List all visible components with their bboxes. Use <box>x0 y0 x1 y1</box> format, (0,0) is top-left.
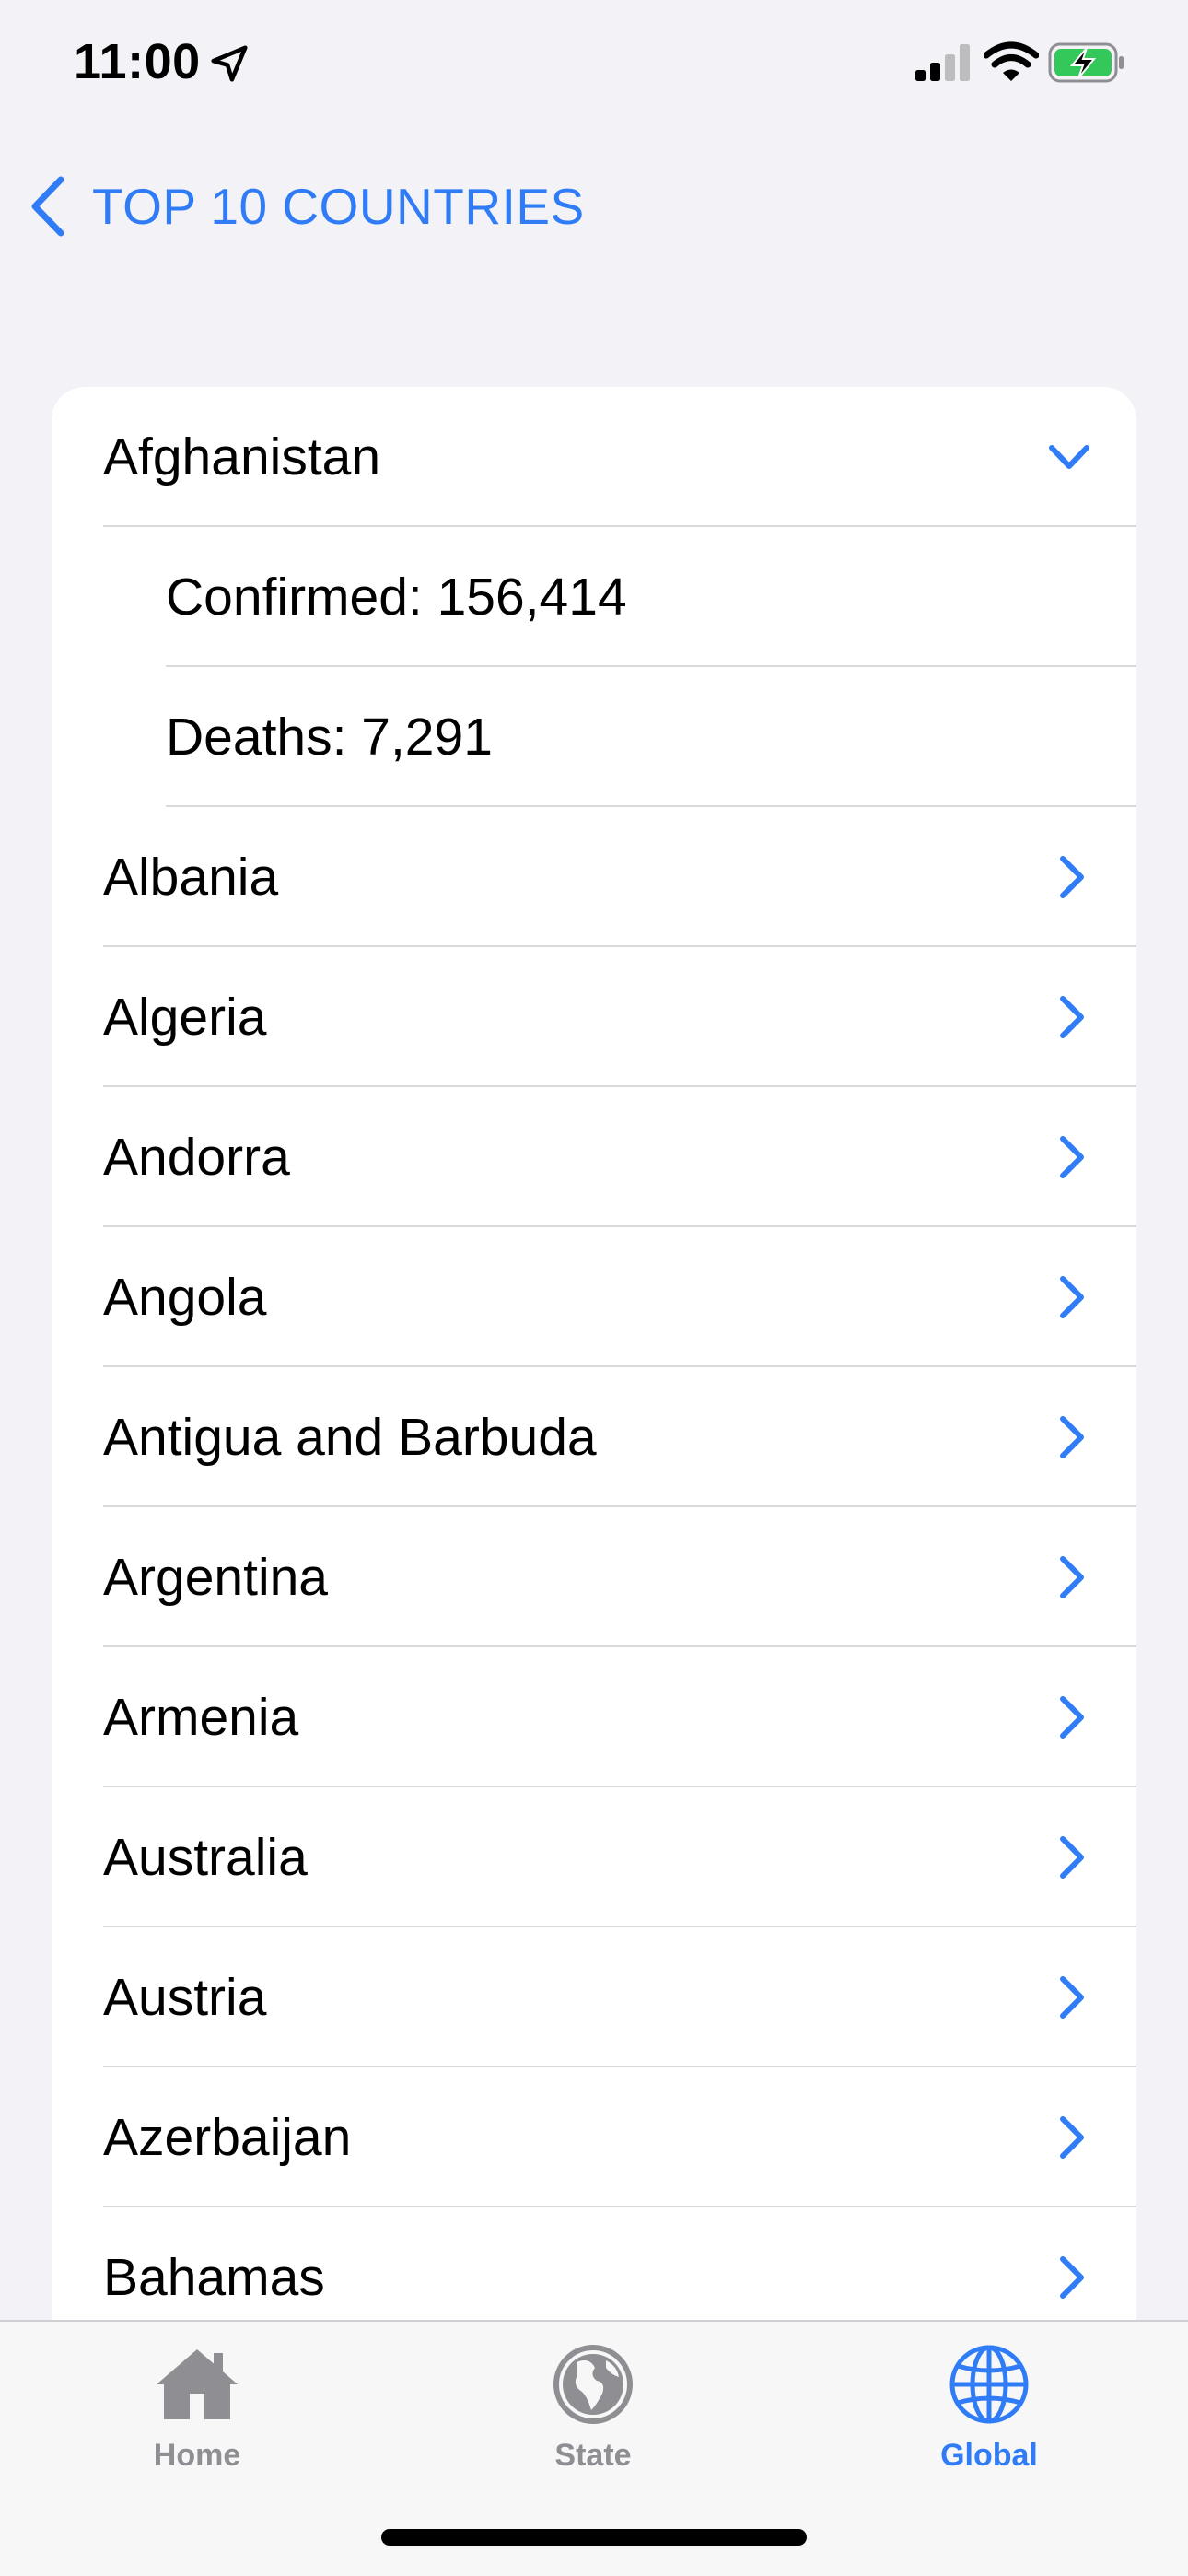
chevron-right-icon <box>1060 2116 1084 2159</box>
chevron-right-icon <box>1060 996 1084 1038</box>
confirmed-count: Confirmed: 156,414 <box>166 568 627 626</box>
screen: 11:00 TOP 10 COUNTRIES Afghanistan Confi… <box>0 0 1188 2576</box>
country-name: Angola <box>103 1268 267 1327</box>
list-item[interactable]: Antigua and Barbuda <box>52 1367 1136 1507</box>
country-list: Afghanistan Confirmed: 156,414 Deaths: 7… <box>52 387 1136 2395</box>
home-indicator <box>381 2529 807 2546</box>
chevron-right-icon <box>1060 856 1084 898</box>
chevron-left-icon <box>31 176 64 237</box>
country-name: Argentina <box>103 1548 329 1607</box>
globe-americas-icon <box>553 2345 633 2424</box>
chevron-right-icon <box>1060 1976 1084 2019</box>
globe-grid-icon <box>949 2345 1029 2424</box>
country-name: Azerbaijan <box>103 2108 352 2167</box>
country-name: Armenia <box>103 1688 299 1747</box>
tab-label: State <box>554 2438 632 2473</box>
battery-charging-icon <box>1048 42 1124 83</box>
detail-row-deaths: Deaths: 7,291 <box>52 667 1136 807</box>
cellular-signal-icon <box>915 44 970 81</box>
list-item[interactable]: Algeria <box>52 947 1136 1087</box>
chevron-right-icon <box>1060 1556 1084 1598</box>
list-item[interactable]: Australia <box>52 1787 1136 1927</box>
country-name: Australia <box>103 1828 308 1887</box>
country-name: Albania <box>103 848 279 907</box>
country-name: Antigua and Barbuda <box>103 1408 597 1467</box>
country-name: Andorra <box>103 1128 290 1187</box>
chevron-right-icon <box>1060 1416 1084 1458</box>
back-button[interactable]: TOP 10 COUNTRIES <box>26 170 585 243</box>
list-item[interactable]: Azerbaijan <box>52 2067 1136 2207</box>
list-item-expanded[interactable]: Afghanistan <box>52 387 1136 527</box>
wifi-icon <box>984 41 1039 81</box>
list-item[interactable]: Austria <box>52 1927 1136 2067</box>
tab-global[interactable]: Global <box>879 2340 1100 2497</box>
chevron-right-icon <box>1060 1696 1084 1739</box>
status-bar: 11:00 <box>0 0 1188 129</box>
tab-label: Global <box>940 2438 1038 2473</box>
deaths-count: Deaths: 7,291 <box>166 708 493 767</box>
chevron-down-icon <box>1049 445 1089 469</box>
detail-row-confirmed: Confirmed: 156,414 <box>52 527 1136 667</box>
house-icon <box>157 2349 238 2419</box>
status-time: 11:00 <box>74 34 201 89</box>
back-button-label: TOP 10 COUNTRIES <box>92 178 585 235</box>
chevron-right-icon <box>1060 1276 1084 1318</box>
list-item[interactable]: Andorra <box>52 1087 1136 1227</box>
list-item[interactable]: Angola <box>52 1227 1136 1367</box>
country-name: Austria <box>103 1968 267 2027</box>
country-rows: Albania Algeria Andorra Angola Antigua and B… <box>52 807 1136 2348</box>
country-name: Afghanistan <box>103 427 381 486</box>
chevron-right-icon <box>1060 1136 1084 1178</box>
tab-home[interactable]: Home <box>87 2340 308 2497</box>
list-item[interactable]: Armenia <box>52 1647 1136 1787</box>
tab-state[interactable]: State <box>483 2340 704 2497</box>
list-item[interactable]: Argentina <box>52 1507 1136 1647</box>
location-arrow-icon <box>211 45 248 82</box>
country-name: Algeria <box>103 988 267 1047</box>
list-item[interactable]: Albania <box>52 807 1136 947</box>
tab-label: Home <box>153 2438 241 2473</box>
chevron-right-icon <box>1060 2256 1084 2299</box>
chevron-right-icon <box>1060 1836 1084 1879</box>
